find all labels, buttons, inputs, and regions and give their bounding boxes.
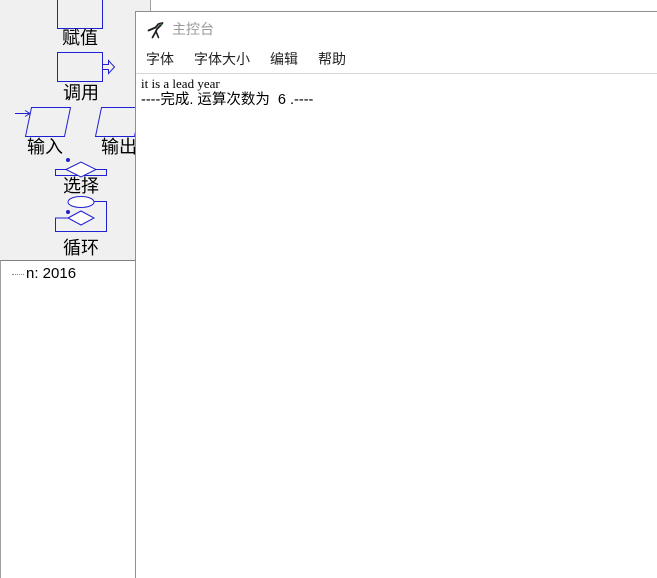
assignment-rectangle-icon xyxy=(57,0,103,29)
input-label: 输入 xyxy=(27,137,63,158)
title-bar[interactable]: 主控台 xyxy=(136,12,657,48)
call-symbol[interactable]: 调用 xyxy=(57,52,116,105)
loop-symbol[interactable]: 循环 xyxy=(55,196,107,260)
loop-diamond xyxy=(66,210,96,226)
menu-bar: 字体 字体大小 编辑 帮助 xyxy=(136,48,657,74)
menu-edit[interactable]: 编辑 xyxy=(260,48,308,73)
selection-label: 选择 xyxy=(63,176,99,197)
variable-tree-item[interactable]: n: 2016 xyxy=(12,266,76,282)
loop-label: 循环 xyxy=(63,238,99,259)
assignment-label: 赋值 xyxy=(62,28,98,49)
symbol-palette: 赋值 调用 输入 输出 选择 循环 xyxy=(0,0,151,260)
output-label: 输出 xyxy=(101,137,137,158)
window-title: 主控台 xyxy=(172,22,214,38)
assignment-symbol[interactable]: 赋值 xyxy=(57,0,103,49)
loop-oval xyxy=(67,196,95,208)
output-symbol[interactable]: 输出 xyxy=(94,107,142,159)
symbol-palette-drawing: 赋值 调用 输入 输出 选择 循环 xyxy=(15,0,142,260)
loop-oval-diamond-icon xyxy=(55,196,107,232)
output-line: it is a lead year xyxy=(141,76,220,91)
variable-label: n: 2016 xyxy=(26,265,77,282)
call-rectangle xyxy=(57,52,103,82)
raptor-screen: 赋值 调用 输入 输出 选择 循环 n: 2016 主控台 字体 字体大小 编辑… xyxy=(0,0,657,578)
input-arrow xyxy=(15,110,31,117)
output-parallelogram-icon xyxy=(94,107,142,137)
input-parallelogram-icon xyxy=(15,107,72,137)
selection-diamond xyxy=(64,161,98,178)
console-output[interactable]: it is a lead year ----完成. 运算次数为 6 .---- xyxy=(136,74,657,109)
selection-entry-dot xyxy=(66,158,70,162)
input-symbol[interactable]: 输入 xyxy=(15,107,72,159)
loop-entry-dot xyxy=(66,210,70,214)
variable-watch-panel: n: 2016 xyxy=(0,260,151,578)
menu-font[interactable]: 字体 xyxy=(136,48,184,73)
console-window: 主控台 字体 字体大小 编辑 帮助 it is a lead year ----… xyxy=(135,11,657,578)
menu-font-size[interactable]: 字体大小 xyxy=(184,48,260,73)
call-arrow xyxy=(102,59,116,75)
call-label: 调用 xyxy=(63,83,99,104)
raptor-icon[interactable] xyxy=(146,21,164,39)
selection-diamond-icon xyxy=(55,158,107,178)
selection-symbol[interactable]: 选择 xyxy=(55,158,107,197)
tree-connector xyxy=(12,273,24,275)
menu-help[interactable]: 帮助 xyxy=(308,48,356,73)
input-parallelogram xyxy=(24,107,72,137)
output-line: ----完成. 运算次数为 6 .---- xyxy=(141,92,314,108)
call-rectangle-arrow-icon xyxy=(57,52,116,82)
